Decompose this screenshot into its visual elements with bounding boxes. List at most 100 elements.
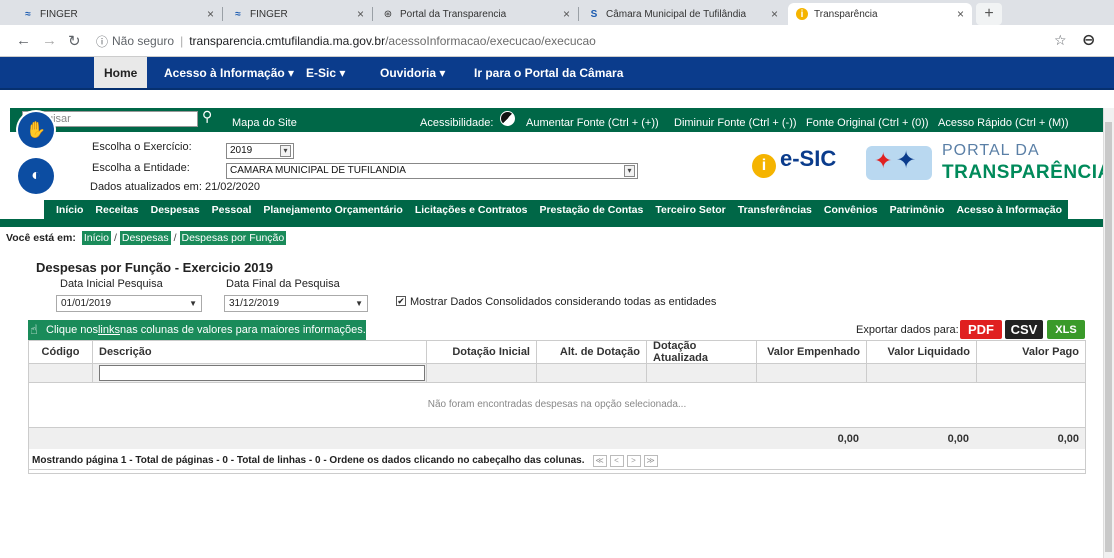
total-valor-liquidado: 0,00 bbox=[947, 433, 969, 445]
reload-icon[interactable]: ↻ bbox=[68, 32, 81, 50]
url-field[interactable]: ⓘ Não seguro | transparencia.cmtufilandi… bbox=[96, 29, 1046, 53]
back-icon[interactable]: ← bbox=[16, 32, 31, 49]
close-icon[interactable]: × bbox=[207, 7, 214, 21]
caret-down-icon: ▼ bbox=[355, 299, 363, 308]
close-icon[interactable]: × bbox=[957, 7, 964, 21]
caret-down-icon: ▼ bbox=[189, 299, 197, 308]
close-icon[interactable]: × bbox=[357, 7, 364, 21]
bookmark-star-icon[interactable]: ☆ bbox=[1054, 32, 1067, 49]
menu-pessoal[interactable]: Pessoal bbox=[212, 204, 252, 216]
browser-tab[interactable]: S Câmara Municipal de Tufilândia × bbox=[580, 3, 786, 25]
account-icon[interactable]: ⊖ bbox=[1082, 30, 1095, 50]
col-alt-dotacao[interactable]: Alt. de Dotação bbox=[537, 341, 647, 363]
tab-title: Câmara Municipal de Tufilândia bbox=[606, 8, 747, 20]
consolidated-checkbox[interactable]: ✔ bbox=[396, 296, 406, 306]
next-page-button[interactable]: > bbox=[626, 454, 641, 467]
menu-despesas[interactable]: Despesas bbox=[151, 204, 200, 216]
filter-cell bbox=[537, 364, 647, 382]
people-figure-icon: ✦ bbox=[896, 147, 917, 174]
menu-underline bbox=[0, 219, 1114, 227]
menu-inicio[interactable]: Início bbox=[56, 204, 83, 216]
increase-font-link[interactable]: Aumentar Fonte (Ctrl + (+)) bbox=[526, 117, 659, 129]
top-navigation: Home Acesso à Informação ▾ E-Sic ▾ Ouvid… bbox=[0, 57, 1114, 90]
info-links-link[interactable]: links bbox=[98, 324, 120, 336]
breadcrumb-separator: / bbox=[113, 232, 117, 244]
col-codigo[interactable]: Código bbox=[29, 341, 93, 363]
menu-patrimonio[interactable]: Patrimônio bbox=[890, 204, 945, 216]
portal-transparencia-logo[interactable]: ✦ ✦ PORTAL DA TRANSPARÊNCIA bbox=[866, 140, 1111, 186]
exercise-label: Escolha o Exercício: bbox=[92, 141, 192, 153]
export-pdf-button[interactable]: PDF bbox=[960, 320, 1002, 339]
search-icon[interactable]: ⚲ bbox=[202, 108, 212, 125]
forward-icon[interactable]: → bbox=[42, 32, 57, 49]
contrast-toggle-icon[interactable]: ◐ bbox=[18, 158, 54, 194]
close-icon[interactable]: × bbox=[563, 7, 570, 21]
scrollbar-thumb[interactable] bbox=[1105, 122, 1112, 552]
site-map-link[interactable]: Mapa do Site bbox=[232, 117, 297, 129]
globe-icon: ⊛ bbox=[383, 8, 393, 20]
pager: Mostrando página 1 - Total de páginas - … bbox=[28, 452, 1086, 470]
menu-acesso-informacao[interactable]: Acesso à Informação bbox=[956, 204, 1062, 216]
sign-language-hand-icon[interactable]: ✋ bbox=[18, 112, 54, 148]
breadcrumb-despesas[interactable]: Despesas bbox=[119, 231, 171, 245]
end-date-input[interactable]: 31/12/2019 ▼ bbox=[224, 295, 368, 312]
breadcrumb-current[interactable]: Despesas por Função bbox=[179, 231, 287, 245]
last-page-button[interactable]: ≫ bbox=[643, 454, 658, 467]
menu-licitacoes[interactable]: Licitações e Contratos bbox=[415, 204, 528, 216]
browser-tab[interactable]: ≈ FINGER × bbox=[14, 3, 222, 25]
esic-logo[interactable]: i e-SIC bbox=[752, 146, 852, 182]
col-valor-empenhado[interactable]: Valor Empenhado bbox=[757, 341, 867, 363]
nav-ouvidoria[interactable]: Ouvidoria ▾ bbox=[370, 57, 455, 88]
col-dotacao-inicial[interactable]: Dotação Inicial bbox=[427, 341, 537, 363]
close-icon[interactable]: × bbox=[771, 7, 778, 21]
breadcrumb-prefix: Você está em: bbox=[6, 232, 76, 244]
decrease-font-link[interactable]: Diminuir Fonte (Ctrl + (-)) bbox=[674, 117, 797, 129]
menu-receitas[interactable]: Receitas bbox=[95, 204, 138, 216]
browser-tab-bar: ≈ FINGER × ≈ FINGER × ⊛ Portal da Transp… bbox=[0, 0, 1114, 25]
end-date-label: Data Final da Pesquisa bbox=[226, 278, 340, 290]
contrast-icon[interactable] bbox=[500, 111, 515, 126]
info-text-pre: Clique nos bbox=[46, 324, 98, 336]
camara-favicon-icon: S bbox=[590, 8, 598, 20]
nav-esic[interactable]: E-Sic ▾ bbox=[296, 57, 355, 88]
accessibility-label: Acessibilidade: bbox=[420, 117, 494, 129]
info-icon: i bbox=[752, 154, 776, 178]
start-date-input[interactable]: 01/01/2019 ▼ bbox=[56, 295, 202, 312]
chevron-down-icon: ▾ bbox=[280, 145, 291, 157]
entity-label: Escolha a Entidade: bbox=[92, 162, 190, 174]
menu-transferencias[interactable]: Transferências bbox=[738, 204, 812, 216]
menu-prestacao-contas[interactable]: Prestação de Contas bbox=[539, 204, 643, 216]
exercise-select[interactable]: 2019 ▾ bbox=[226, 143, 294, 159]
breadcrumb-inicio[interactable]: Início bbox=[81, 231, 111, 245]
filter-cell bbox=[427, 364, 537, 382]
description-filter-input[interactable] bbox=[99, 365, 425, 381]
first-page-button[interactable]: ≪ bbox=[592, 454, 607, 467]
menu-planejamento[interactable]: Planejamento Orçamentário bbox=[263, 204, 402, 216]
esic-logo-text: e-SIC bbox=[780, 146, 837, 171]
col-dotacao-atualizada[interactable]: Dotação Atualizada bbox=[647, 340, 757, 364]
not-secure-label: Não seguro bbox=[112, 34, 175, 48]
end-date-value: 31/12/2019 bbox=[229, 298, 280, 309]
prev-page-button[interactable]: < bbox=[609, 454, 624, 467]
col-valor-liquidado[interactable]: Valor Liquidado bbox=[867, 341, 977, 363]
nav-acesso-informacao[interactable]: Acesso à Informação ▾ bbox=[154, 57, 304, 88]
menu-convenios[interactable]: Convênios bbox=[824, 204, 878, 216]
original-font-link[interactable]: Fonte Original (Ctrl + (0)) bbox=[806, 117, 929, 129]
export-xls-button[interactable]: XLS bbox=[1047, 320, 1085, 339]
new-tab-button[interactable]: + bbox=[976, 3, 1002, 25]
entity-select[interactable]: CAMARA MUNICIPAL DE TUFILANDIA ▾ bbox=[226, 163, 638, 179]
nav-portal-camara[interactable]: Ir para o Portal da Câmara bbox=[464, 57, 633, 88]
separator: | bbox=[180, 34, 184, 48]
info-icon[interactable]: ⓘ bbox=[96, 33, 108, 50]
quick-access-link[interactable]: Acesso Rápido (Ctrl + (M)) bbox=[938, 117, 1069, 129]
export-csv-button[interactable]: CSV bbox=[1005, 320, 1043, 339]
browser-tab[interactable]: ≈ FINGER × bbox=[224, 3, 372, 25]
menu-terceiro-setor[interactable]: Terceiro Setor bbox=[655, 204, 725, 216]
nav-home[interactable]: Home bbox=[94, 57, 148, 88]
col-valor-pago[interactable]: Valor Pago bbox=[977, 341, 1085, 363]
browser-tab-active[interactable]: i Transparência × bbox=[788, 3, 972, 25]
filter-cell bbox=[757, 364, 867, 382]
portal-logo-line2: TRANSPARÊNCIA bbox=[942, 162, 1112, 183]
col-descricao[interactable]: Descrição bbox=[93, 341, 427, 363]
browser-tab[interactable]: ⊛ Portal da Transparencia × bbox=[374, 3, 578, 25]
